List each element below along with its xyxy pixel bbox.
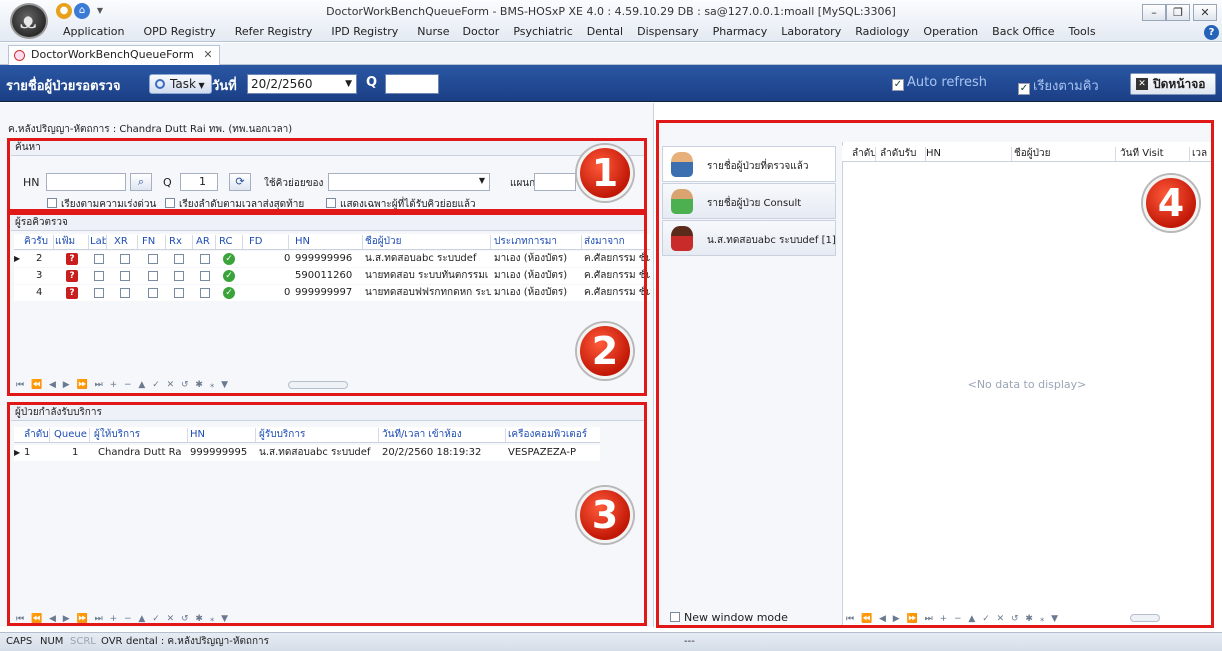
menu-pharmacy[interactable]: Pharmacy <box>699 25 768 41</box>
window-title: DoctorWorkBenchQueueForm - BMS-HOSxP XE … <box>326 5 896 18</box>
highlight-box-search <box>7 138 647 212</box>
check-icon: ✓ <box>1018 83 1030 95</box>
menu-laboratory[interactable]: Laboratory <box>767 25 841 41</box>
number-badge-4: 4 <box>1143 175 1199 231</box>
minimize-button[interactable]: – <box>1142 4 1166 21</box>
menu-operation[interactable]: Operation <box>909 25 978 41</box>
menu-refer-registry[interactable]: Refer Registry <box>216 25 313 41</box>
form-toolbar: รายชื่อผู้ป่วยรอตรวจ Task ▼ วันที่ 20/2/… <box>0 65 1222 102</box>
title-bar: ᴥ ● ⌂ ▼ DoctorWorkBenchQueueForm - BMS-H… <box>0 0 1222 42</box>
document-tab-label: DoctorWorkBenchQueueForm <box>31 48 194 61</box>
form-title: รายชื่อผู้ป่วยรอตรวจ <box>6 79 121 94</box>
highlight-box-serving <box>7 402 647 626</box>
check-icon: ✓ <box>892 79 904 91</box>
close-tab-icon[interactable]: ✕ <box>203 48 212 61</box>
ovr-indicator: OVR <box>101 636 123 647</box>
num-indicator: NUM <box>40 636 64 647</box>
status-dash: --- <box>684 636 695 647</box>
date-label: วันที่ <box>212 79 237 94</box>
number-badge-2: 2 <box>577 323 633 379</box>
sort-by-queue-checkbox[interactable]: ✓ เรียงตามคิว <box>1018 75 1099 96</box>
menu-bar: Application OPD Registry Refer Registry … <box>56 25 1096 41</box>
doctor-info: ค.หลังปริญญา-หัตถการ : Chandra Dutt Rai … <box>8 124 293 135</box>
menu-doctor[interactable]: Doctor <box>450 25 500 41</box>
document-tab[interactable]: DoctorWorkBenchQueueForm ✕ <box>8 45 220 65</box>
close-page-button[interactable]: ✕ ปิดหน้าจอ <box>1130 73 1216 95</box>
menu-tools[interactable]: Tools <box>1054 25 1095 41</box>
queue-input[interactable] <box>385 74 439 94</box>
number-badge-1: 1 <box>577 145 633 201</box>
status-info: dental : ค.หลังปริญญา-หัตถการ <box>126 636 270 647</box>
task-icon <box>155 79 165 89</box>
help-icon[interactable]: ? <box>1204 25 1219 40</box>
highlight-box-right <box>656 120 1214 628</box>
document-tab-strip: DoctorWorkBenchQueueForm ✕ <box>0 43 1222 65</box>
caps-indicator: CAPS <box>6 636 33 647</box>
menu-radiology[interactable]: Radiology <box>841 25 909 41</box>
task-label: Task <box>170 77 196 91</box>
close-icon: ✕ <box>1136 78 1148 90</box>
date-value: 20/2/2560 <box>251 77 313 91</box>
scrl-indicator: SCRL <box>70 636 96 647</box>
menu-back-office[interactable]: Back Office <box>978 25 1054 41</box>
menu-dispensary[interactable]: Dispensary <box>623 25 698 41</box>
menu-dental[interactable]: Dental <box>573 25 623 41</box>
queue-label: Q <box>366 75 378 90</box>
menu-ipd-registry[interactable]: IPD Registry <box>312 25 398 41</box>
form-icon <box>14 50 25 61</box>
sort-by-queue-label: เรียงตามคิว <box>1033 79 1099 94</box>
menu-psychiatric[interactable]: Psychiatric <box>499 25 572 41</box>
task-button[interactable]: Task ▼ <box>149 74 212 94</box>
chevron-down-icon[interactable]: ▼ <box>345 75 352 93</box>
auto-refresh-checkbox[interactable]: ✓ Auto refresh <box>892 75 987 91</box>
highlight-box-waiting <box>7 212 647 396</box>
close-window-button[interactable]: ✕ <box>1193 4 1217 21</box>
close-page-label: ปิดหน้าจอ <box>1153 77 1206 91</box>
menu-application[interactable]: Application <box>56 25 124 41</box>
auto-refresh-label: Auto refresh <box>907 75 988 90</box>
restore-button[interactable]: ❐ <box>1166 4 1190 21</box>
menu-opd-registry[interactable]: OPD Registry <box>124 25 215 41</box>
status-bar: CAPS NUM SCRL OVR dental : ค.หลังปริญญา-… <box>0 632 1222 651</box>
date-input[interactable]: 20/2/2560 ▼ <box>247 74 357 94</box>
number-badge-3: 3 <box>577 487 633 543</box>
menu-nurse[interactable]: Nurse <box>398 25 449 41</box>
